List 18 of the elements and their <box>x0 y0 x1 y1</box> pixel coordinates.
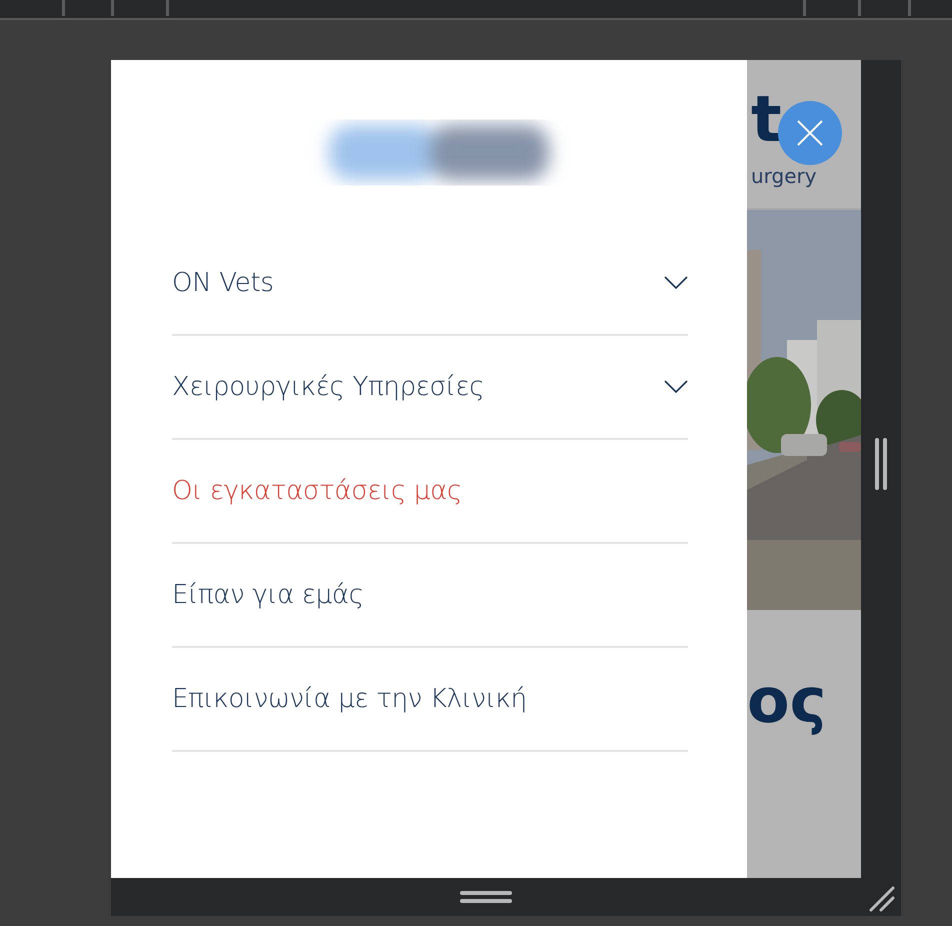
chevron-down-icon[interactable] <box>664 380 688 394</box>
menu-item-label: Επικοινωνία με την Κλινική <box>172 684 527 714</box>
menu-item-label: ON Vets <box>172 268 274 298</box>
logo-text: t <box>751 88 782 152</box>
menu-item-label: Χειρουργικές Υπηρεσίες <box>172 372 484 402</box>
resize-handle-icon[interactable] <box>869 886 895 912</box>
drag-handle-icon[interactable] <box>874 438 888 490</box>
drag-handle-icon[interactable] <box>460 890 512 904</box>
menu-item[interactable]: Οι εγκαταστάσεις μας <box>172 440 688 544</box>
menu-item[interactable]: Επικοινωνία με την Κλινική <box>172 648 688 752</box>
menu-item-label: Είπαν για εμάς <box>172 580 364 610</box>
chevron-down-icon[interactable] <box>664 276 688 290</box>
menu-item[interactable]: Χειρουργικές Υπηρεσίες <box>172 336 688 440</box>
menu-item[interactable]: ON Vets <box>172 232 688 336</box>
tagline-text: urgery <box>751 164 817 188</box>
close-icon <box>796 119 824 147</box>
menu-item-label: Οι εγκαταστάσεις μας <box>172 476 462 506</box>
menu-item[interactable]: Είπαν για εμάς <box>172 544 688 648</box>
